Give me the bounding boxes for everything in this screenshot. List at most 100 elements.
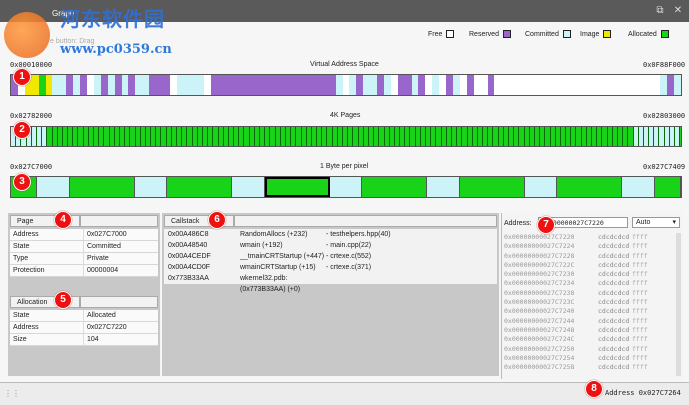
vas-segment	[211, 75, 336, 95]
callstack-list: 0x00A486C8 RandomAllocs (+232) - testhelpe…	[164, 229, 497, 293]
hex-row[interactable]: 0x00000000027C7248 cdcdcdcd ffff	[504, 326, 674, 335]
hex-scrollbar[interactable]	[676, 233, 681, 376]
hex-ascii: ffff	[632, 279, 648, 288]
hex-value: cdcdcdcd	[598, 307, 630, 316]
hex-value: cdcdcdcd	[598, 344, 630, 353]
hex-address: 0x00000000027C7228	[504, 251, 575, 260]
callstack-src: - crtexe.c(552)	[326, 253, 372, 260]
hex-address: 0x00000000027C7258	[504, 363, 575, 372]
property-value: Allocated	[87, 312, 116, 319]
legend-swatch-committed	[562, 30, 571, 38]
property-value: Committed	[87, 243, 121, 250]
hex-row[interactable]: 0x00000000027C7244 cdcdcdcd ffff	[504, 317, 674, 326]
display-mode-select[interactable]: Auto ▾	[632, 217, 680, 228]
byte-block	[427, 177, 460, 197]
callstack-addr: 0x00A4CEDF	[168, 253, 211, 260]
page-header-value	[80, 215, 158, 227]
callstack-row[interactable]: 0x00A486C8 RandomAllocs (+232) - testhelpe…	[164, 229, 497, 240]
callstack-row[interactable]: 0x773B33AA wkernel32.pdb: (0x773B33AA) (+…	[164, 273, 497, 293]
bytes-strip[interactable]	[10, 176, 682, 198]
callstack-row[interactable]: 0x00A4CEDF __tmainCRTStartup (+447) - crte…	[164, 251, 497, 262]
display-mode-value: Auto	[636, 219, 651, 226]
hex-value: cdcdcdcd	[598, 270, 630, 279]
property-row: Address 0x027C7220	[10, 322, 158, 334]
hex-row[interactable]: 0x00000000027C7258 cdcdcdcd ffff	[504, 363, 674, 372]
hex-row[interactable]: 0x00000000027C7250 cdcdcdcd ffff	[504, 345, 674, 354]
byte-block	[37, 177, 70, 197]
vas-segment	[121, 75, 129, 95]
vas-segment	[425, 75, 433, 95]
hex-value: cdcdcdcd	[598, 335, 630, 344]
vas-segment	[667, 75, 675, 95]
hex-row[interactable]: 0x00000000027C7240 cdcdcdcd ffff	[504, 307, 674, 316]
vas-segment	[176, 75, 205, 95]
vas-segment	[349, 75, 357, 95]
hex-row[interactable]: 0x00000000027C7238 cdcdcdcd ffff	[504, 289, 674, 298]
vas-segment	[38, 75, 46, 95]
hex-address: 0x00000000027C7234	[504, 279, 575, 288]
hex-row[interactable]: 0x00000000027C7254 cdcdcdcd ffff	[504, 354, 674, 363]
hex-row[interactable]: 0x00000000027C7224 cdcdcdcd ffff	[504, 242, 674, 251]
callstack-fn: wkernel32.pdb: (0x773B33AA) (+0)	[240, 275, 301, 293]
hex-row[interactable]: 0x00000000027C7230 cdcdcdcd ffff	[504, 270, 674, 279]
vas-segment	[383, 75, 391, 95]
callstack-src	[326, 273, 497, 284]
legend-item-committed[interactable]: Committed	[525, 30, 571, 38]
hex-value: cdcdcdcd	[598, 260, 630, 269]
callstack-row[interactable]: 0x00A48540 wmain (+192) - main.cpp(22)	[164, 240, 497, 251]
byte-block	[557, 177, 623, 197]
vas-segment	[114, 75, 122, 95]
property-value: 104	[87, 336, 99, 343]
legend-swatch-allocated	[660, 30, 669, 38]
hex-row[interactable]: 0x00000000027C7228 cdcdcdcd ffff	[504, 252, 674, 261]
pages-title: 4K Pages	[330, 112, 361, 119]
legend-item-allocated[interactable]: Allocated	[628, 30, 669, 38]
close-icon[interactable]: ✕	[672, 5, 684, 17]
callstack-addr: 0x00A486C8	[168, 231, 209, 238]
hex-row[interactable]: 0x00000000027C724C cdcdcdcd ffff	[504, 335, 674, 344]
hex-value: cdcdcdcd	[598, 325, 630, 334]
hex-rows: 0x00000000027C7220 cdcdcdcd ffff 0x00000000…	[504, 233, 674, 372]
legend-item-image[interactable]: Image	[580, 30, 612, 38]
byte-block	[134, 177, 168, 197]
vas-segment	[169, 75, 177, 95]
hex-ascii: ffff	[632, 251, 648, 260]
hex-address: 0x00000000027C724C	[504, 335, 575, 344]
hex-ascii: ffff	[632, 335, 648, 344]
hex-value: cdcdcdcd	[598, 279, 630, 288]
vas-segment	[356, 75, 364, 95]
property-key: Size	[10, 334, 84, 345]
virtual-address-strip[interactable]	[10, 74, 682, 96]
vas-segment	[674, 75, 681, 95]
callstack-src: - main.cpp(22)	[326, 242, 372, 249]
bytes-left-address: 0x027C7000	[10, 163, 53, 171]
vas-segment	[149, 75, 170, 95]
badge-8: 8	[585, 380, 603, 398]
hex-ascii: ffff	[632, 325, 648, 334]
callstack-row[interactable]: 0x00A4CD0F wmainCRTStartup (+15) - crtexe.…	[164, 262, 497, 273]
hex-value: cdcdcdcd	[598, 242, 630, 251]
hex-address: 0x00000000027C7248	[504, 325, 575, 334]
legend-item-reserved[interactable]: Reserved	[469, 30, 511, 38]
vas-segment	[390, 75, 398, 95]
hex-row[interactable]: 0x00000000027C7220 cdcdcdcd ffff	[504, 233, 674, 242]
hex-row[interactable]: 0x00000000027C723C cdcdcdcd ffff	[504, 298, 674, 307]
property-key: State	[10, 241, 84, 252]
legend-item-free[interactable]: Free	[428, 30, 455, 38]
restore-icon[interactable]: ⧉	[654, 5, 666, 17]
badge-5: 5	[54, 291, 72, 309]
hex-address: 0x00000000027C7220	[504, 233, 575, 241]
resize-grip-icon: ⋮⋮	[4, 389, 20, 398]
byte-block	[654, 177, 681, 197]
vas-segment	[107, 75, 115, 95]
bytes-title: 1 Byte per pixel	[320, 163, 369, 170]
hex-value: cdcdcdcd	[598, 288, 630, 297]
property-key: Protection	[10, 265, 84, 276]
property-value: Private	[87, 255, 109, 262]
callstack-fn: RandomAllocs (+232)	[240, 231, 308, 238]
hex-row[interactable]: 0x00000000027C722C cdcdcdcd ffff	[504, 261, 674, 270]
pages-strip[interactable]	[10, 126, 682, 147]
hex-address: 0x00000000027C7230	[504, 270, 575, 279]
hex-row[interactable]: 0x00000000027C7234 cdcdcdcd ffff	[504, 279, 674, 288]
property-key: State	[10, 310, 84, 321]
